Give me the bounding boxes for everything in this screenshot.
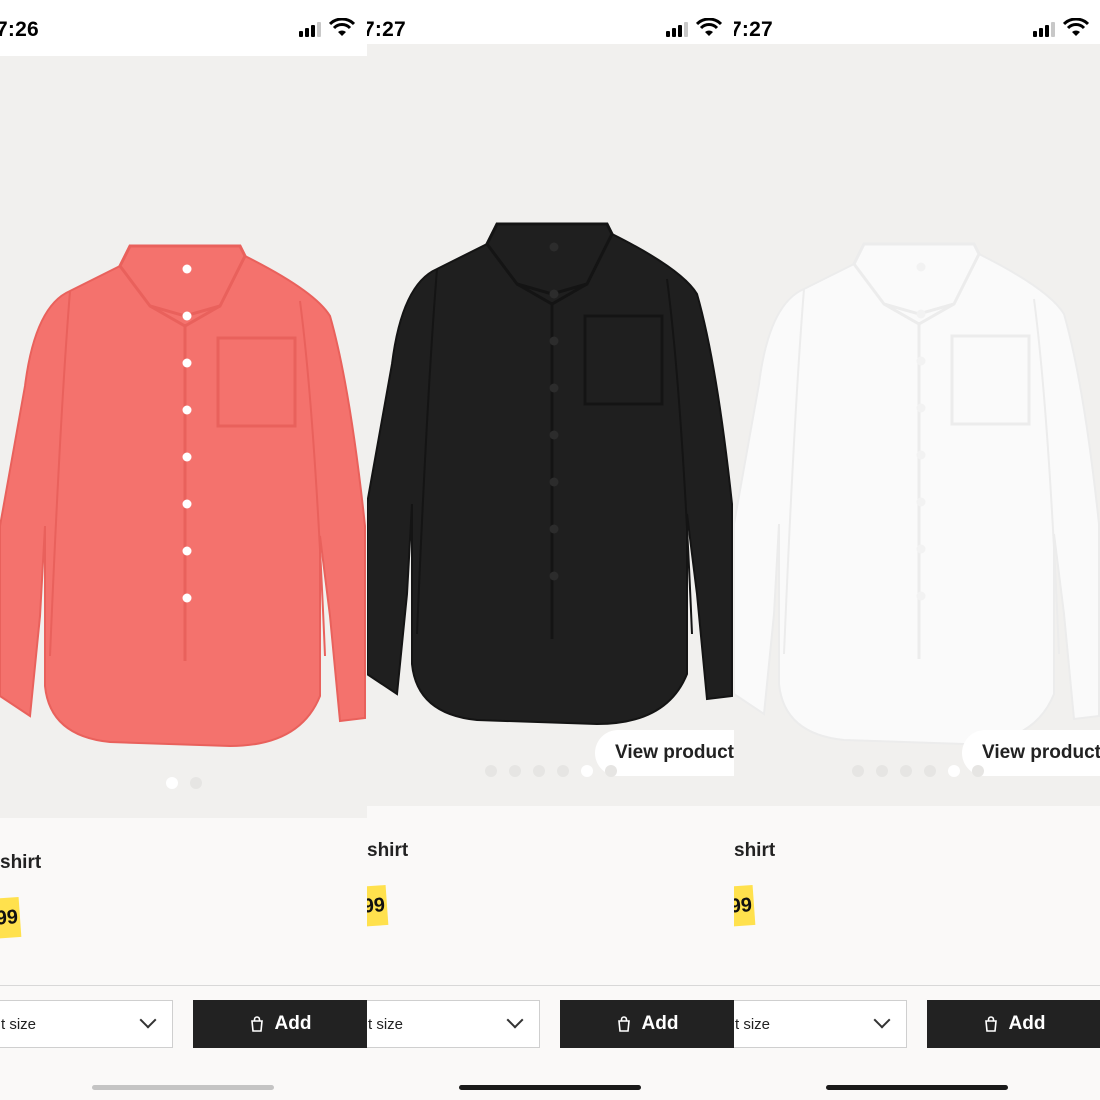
shirt-button [916,591,926,601]
size-select[interactable]: t size [367,1000,540,1048]
size-select[interactable]: t size [734,1000,907,1048]
carousel-dot[interactable] [189,777,202,789]
size-select[interactable]: t size [0,1000,173,1048]
product-title: shirt [0,852,42,873]
size-select-label: t size [735,1016,771,1033]
price-badge: 99 [734,885,756,927]
shirt-button [916,262,926,272]
shirt-body [367,232,733,726]
shirt-image [0,244,366,748]
carousel-dots [367,765,734,777]
shopping-bag-icon [984,1016,997,1032]
carousel-dots [0,777,367,789]
shirt-button [182,499,192,509]
shirt-button [182,264,192,274]
shirt-button [549,383,559,393]
product-screen-white: 7:27 View product shirt 99 t size Add [734,0,1100,1100]
shirt-button [182,593,192,603]
carousel-dot[interactable] [947,765,960,777]
carousel-dot[interactable] [556,765,569,777]
carousel-dot[interactable] [971,765,984,777]
chevron-down-icon [873,1011,891,1029]
shirt-button [182,452,192,462]
carousel-dot[interactable] [604,765,617,777]
size-select-label: t size [1,1016,37,1033]
shirt-button [549,289,559,299]
shopping-bag-icon [250,1016,263,1032]
chevron-down-icon [139,1011,157,1029]
shirt-button [549,242,559,252]
add-to-bag-button[interactable]: Add [193,1000,367,1048]
carousel-dot[interactable] [532,765,545,777]
wifi-icon [329,18,355,36]
carousel-dot[interactable] [875,765,888,777]
product-screen-coral: 7:26 shirt 99 t size Add [0,0,367,1100]
shirt-button [182,358,192,368]
shirt-button [916,544,926,554]
shirt-button [916,356,926,366]
price-badge: 99 [0,897,22,939]
carousel-dot[interactable] [484,765,497,777]
product-image-carousel[interactable]: View product [367,44,734,806]
cellular-signal-icon [299,22,321,37]
product-title: shirt [367,840,409,861]
product-screen-black: 7:27 View product shirt 99 t size Add [367,0,734,1100]
product-image-carousel[interactable] [0,56,367,818]
product-image-carousel[interactable]: View product [734,44,1100,806]
shirt-body [0,254,366,748]
shopping-bag-icon [617,1016,630,1032]
add-to-bag-button[interactable]: Add [560,1000,734,1048]
home-indicator[interactable] [459,1085,641,1090]
divider [0,985,367,986]
add-button-label: Add [1008,1013,1046,1034]
home-indicator[interactable] [92,1085,274,1090]
status-bar: 7:27 [734,0,1100,44]
status-bar: 7:26 [0,0,367,56]
shirt-button [916,309,926,319]
divider [734,985,1100,986]
cellular-signal-icon [1033,22,1055,37]
shirt-button [916,403,926,413]
carousel-dots [734,765,1100,777]
shirt-button [549,571,559,581]
carousel-dot[interactable] [580,765,593,777]
shirt-body [734,252,1100,746]
shirt-button [916,497,926,507]
shirt-button [549,477,559,487]
home-indicator[interactable] [826,1085,1008,1090]
size-select-label: t size [368,1016,404,1033]
shirt-button [549,430,559,440]
shirt-button [916,450,926,460]
carousel-dot[interactable] [899,765,912,777]
shirt-button [182,311,192,321]
carousel-dot[interactable] [508,765,521,777]
divider [367,985,734,986]
shirt-button [549,524,559,534]
screenshot-collage: 7:26 shirt 99 t size Add 7:27 View produ… [0,0,1100,1100]
shirt-image [734,242,1100,746]
chevron-down-icon [506,1011,524,1029]
wifi-icon [1063,18,1089,36]
carousel-dot[interactable] [165,777,178,789]
shirt-button [182,405,192,415]
product-title: shirt [734,840,776,861]
price-badge: 99 [367,885,389,927]
carousel-dot[interactable] [851,765,864,777]
add-to-bag-button[interactable]: Add [927,1000,1100,1048]
status-time: 7:27 [734,18,773,41]
shirt-button [182,546,192,556]
carousel-dot[interactable] [923,765,936,777]
shirt-button [549,336,559,346]
add-button-label: Add [641,1013,679,1034]
add-button-label: Add [274,1013,312,1034]
status-time: 7:26 [0,18,39,41]
shirt-image [367,222,733,726]
